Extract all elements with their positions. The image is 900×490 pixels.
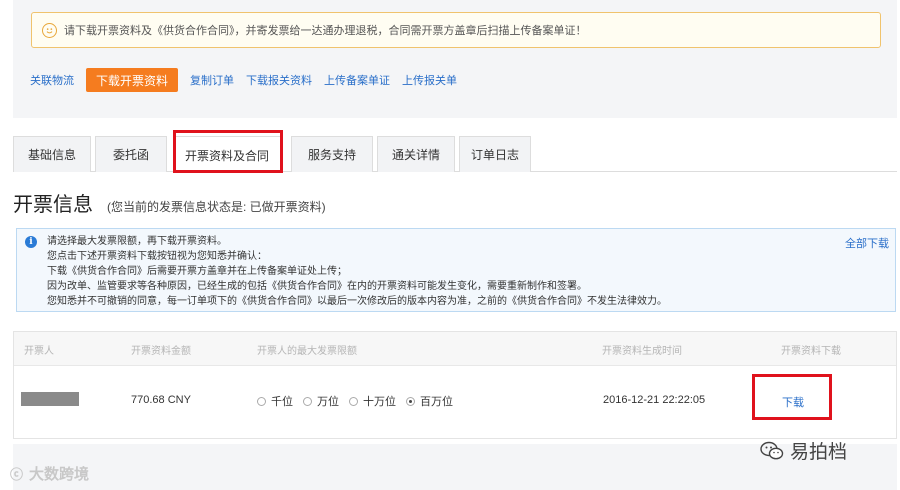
radio-label-ten-thousand: 万位	[317, 396, 339, 408]
info-lines: 请选择最大发票限额，再下载开票资料。 您点击下述开票资料下载按钮视为您知悉并确认…	[47, 234, 667, 309]
info-icon: i	[25, 236, 37, 248]
amount-cell: 770.68 CNY	[131, 394, 191, 406]
info-line: 下载《供货合作合同》后需要开票方盖章并在上传备案单证处上传；	[47, 266, 347, 277]
upload-declaration-link[interactable]: 上传报关单	[402, 72, 457, 88]
header-download: 开票资料下载	[781, 346, 841, 357]
wechat-icon	[760, 441, 784, 459]
info-line: 您点击下述开票资料下载按钮视为您知悉并确认：	[47, 251, 267, 262]
invoice-table: 开票人 开票资料金额 开票人的最大发票限额 开票资料生成时间 开票资料下载 77…	[13, 331, 897, 439]
copy-order-link[interactable]: 复制订单	[190, 72, 234, 88]
tab-invoice-contract[interactable]: 开票资料及合同	[173, 136, 281, 173]
watermark-logo-icon: ⓒ	[10, 467, 24, 482]
info-box: i 请选择最大发票限额，再下载开票资料。 您点击下述开票资料下载按钮视为您知悉并…	[16, 228, 896, 312]
download-all-link[interactable]: 全部下载	[845, 235, 889, 251]
page-title: 开票信息	[13, 194, 93, 216]
time-cell: 2016-12-21 22:22:05	[603, 394, 706, 406]
radio-label-hundred-thousand: 十万位	[363, 396, 396, 408]
header-issuer: 开票人	[24, 346, 54, 357]
table-header: 开票人 开票资料金额 开票人的最大发票限额 开票资料生成时间 开票资料下载	[14, 332, 896, 366]
tab-basic-info[interactable]: 基础信息	[13, 136, 91, 172]
header-amount: 开票资料金额	[131, 346, 191, 357]
invoice-status-text: (您当前的发票信息状态是: 已做开票资料)	[107, 200, 326, 214]
notice-banner: 请下载开票资料及《供货合作合同》，并寄发票给一达通办理退税，合同需开票方盖章后扫…	[31, 12, 881, 48]
notice-text: 请下载开票资料及《供货合作合同》，并寄发票给一达通办理退税，合同需开票方盖章后扫…	[64, 25, 587, 37]
limit-radio-group: 千位 万位 十万位 百万位	[257, 393, 463, 409]
info-line: 因为改单、监管要求等各种原因，已经生成的包括《供货合作合同》在内的开票资料可能发…	[47, 281, 587, 292]
tab-order-log[interactable]: 订单日志	[459, 136, 531, 172]
watermark-left-text: 大数跨境	[29, 466, 90, 483]
watermark-left: ⓒ 大数跨境	[10, 463, 89, 484]
smile-icon	[42, 22, 57, 38]
download-invoice-button[interactable]: 下载开票资料	[86, 68, 179, 92]
download-customs-link[interactable]: 下载报关资料	[246, 72, 312, 88]
tab-customs-details[interactable]: 通关详情	[377, 136, 455, 172]
tab-commission-letter[interactable]: 委托函	[95, 136, 167, 172]
radio-ten-thousand[interactable]	[303, 396, 312, 406]
info-line: 请选择最大发票限额，再下载开票资料。	[47, 236, 227, 247]
section-header: 开票信息 (您当前的发票信息状态是: 已做开票资料)	[13, 188, 326, 217]
related-logistics-link[interactable]: 关联物流	[30, 72, 74, 88]
radio-label-million: 百万位	[420, 396, 453, 408]
radio-thousand[interactable]	[257, 396, 266, 406]
masked-issuer-name	[21, 392, 79, 406]
info-line: 您知悉并不可撤销的同意，每一订单项下的《供货合作合同》以最后一次修改后的版本内容…	[47, 296, 667, 307]
watermark-right: 易拍档	[760, 437, 847, 464]
header-limit: 开票人的最大发票限额	[257, 346, 357, 357]
watermark-right-text: 易拍档	[790, 442, 848, 463]
tab-service-support[interactable]: 服务支持	[291, 136, 373, 172]
radio-hundred-thousand[interactable]	[349, 396, 358, 406]
radio-label-thousand: 千位	[271, 396, 293, 408]
action-bar: 关联物流 下载开票资料 复制订单 下载报关资料 上传备案单证 上传报关单	[30, 68, 469, 92]
radio-million[interactable]	[406, 396, 415, 406]
header-time: 开票资料生成时间	[602, 346, 682, 357]
download-link[interactable]: 下载	[782, 394, 804, 410]
tab-bar: 基础信息 委托函 开票资料及合同 服务支持 通关详情 订单日志	[13, 136, 897, 173]
upload-filing-link[interactable]: 上传备案单证	[324, 72, 390, 88]
